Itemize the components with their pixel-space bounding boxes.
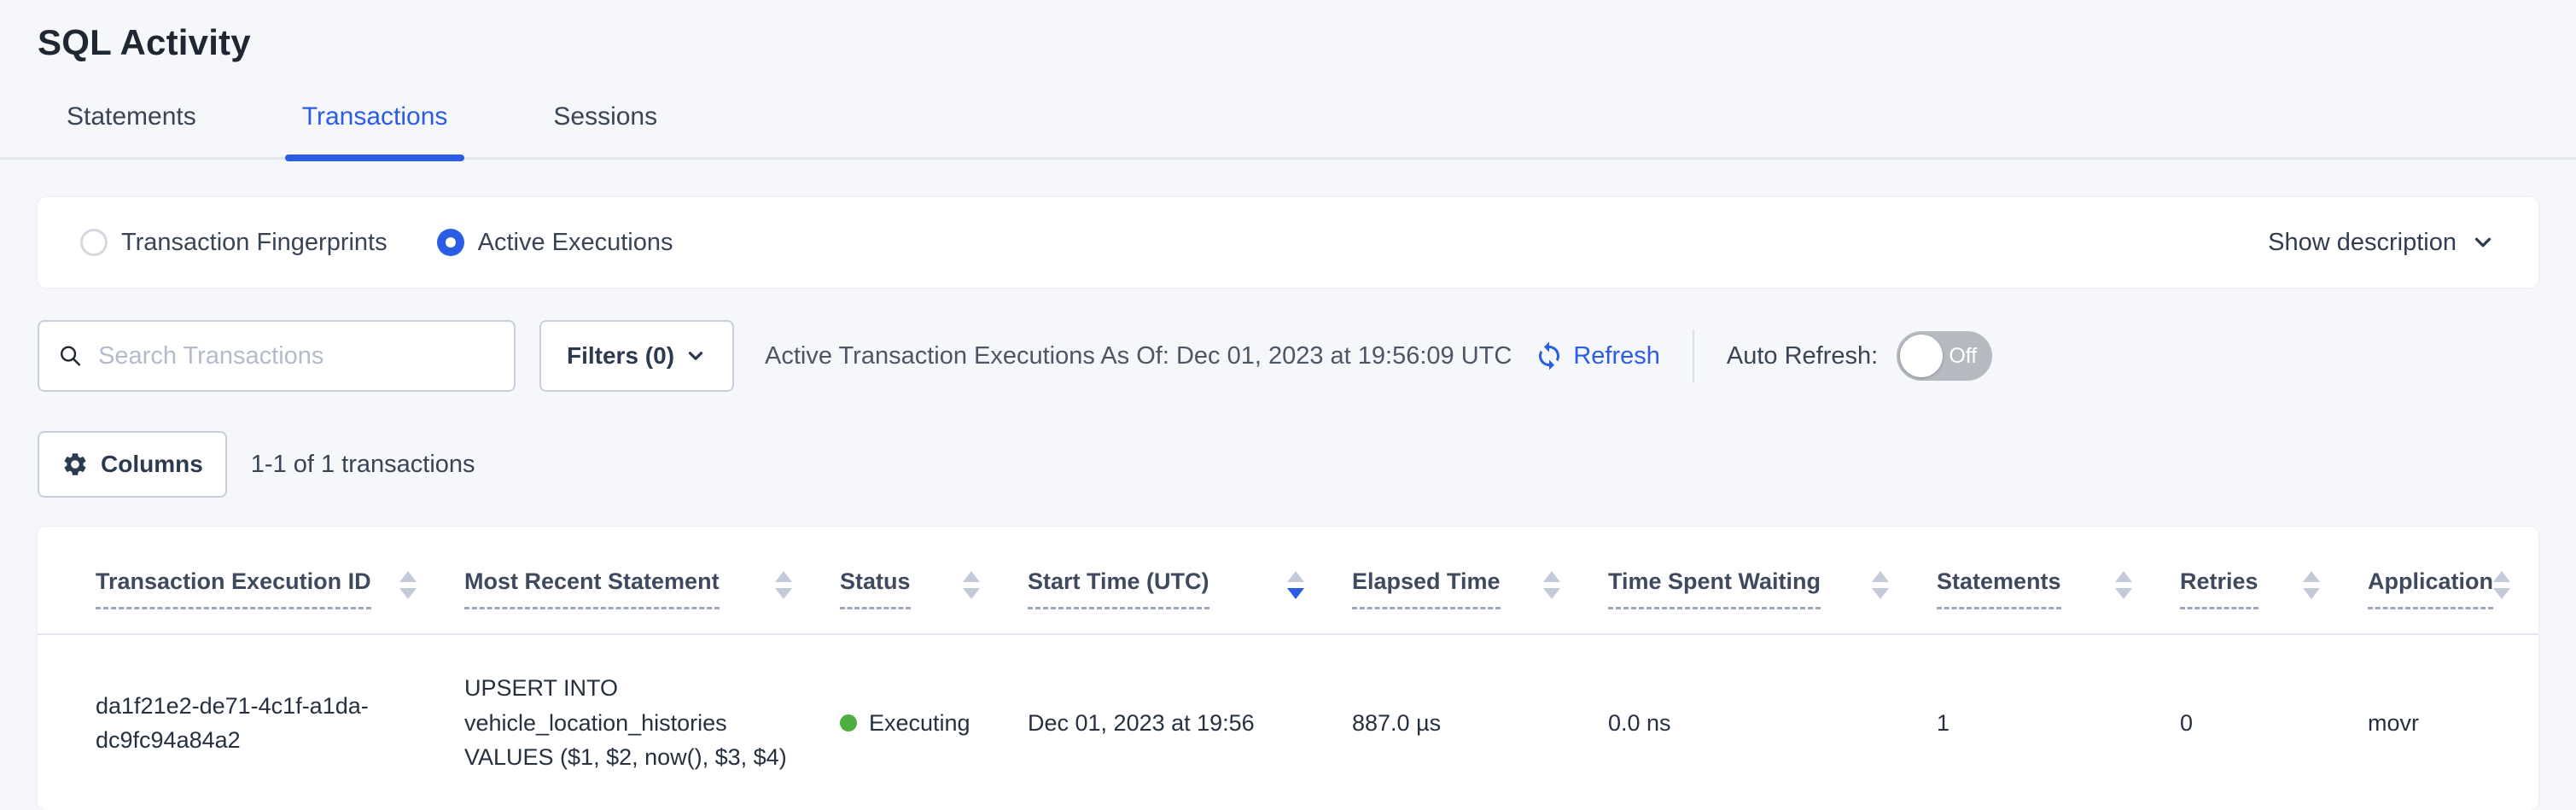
auto-refresh-toggle[interactable]: Off <box>1897 331 1992 381</box>
toggle-knob <box>1900 335 1943 377</box>
sort-icon-active-desc[interactable] <box>1287 571 1304 599</box>
sort-icon[interactable] <box>1543 571 1560 599</box>
search-input[interactable] <box>98 342 495 370</box>
auto-refresh-label: Auto Refresh: <box>1727 342 1878 370</box>
sort-icon[interactable] <box>2493 571 2510 599</box>
radio-label: Active Executions <box>478 229 673 257</box>
chevron-down-icon <box>2470 230 2496 255</box>
transactions-table-card: Transaction Execution ID Most Recent Sta… <box>38 527 2538 810</box>
status-executing-icon <box>840 714 857 731</box>
tab-statements[interactable]: Statements <box>63 102 200 157</box>
vertical-divider <box>1693 329 1694 382</box>
sort-icon[interactable] <box>2115 571 2132 599</box>
radio-label: Transaction Fingerprints <box>121 229 388 257</box>
view-mode-panel: Transaction Fingerprints Active Executio… <box>38 197 2538 288</box>
header-most-recent-statement[interactable]: Most Recent Statement <box>464 527 840 634</box>
table-meta-row: Columns 1-1 of 1 transactions <box>38 431 2538 498</box>
cell-status: Executing <box>840 634 1028 810</box>
cell-transaction-execution-id[interactable]: da1f21e2-de71-4c1f-a1da-dc9fc94a84a2 <box>38 634 464 810</box>
controls-bar: Filters (0) Active Transaction Execution… <box>38 320 2538 392</box>
page-title: SQL Activity <box>38 22 2538 63</box>
header-start-time[interactable]: Start Time (UTC) <box>1028 527 1352 634</box>
results-count: 1-1 of 1 transactions <box>251 451 475 479</box>
search-icon <box>58 342 83 370</box>
gear-icon <box>61 451 89 478</box>
as-of-timestamp: Active Transaction Executions As Of: Dec… <box>765 342 1512 370</box>
cell-statements: 1 <box>1937 634 2180 810</box>
sort-icon[interactable] <box>963 571 980 599</box>
refresh-icon <box>1534 341 1565 371</box>
header-elapsed-time[interactable]: Elapsed Time <box>1352 527 1608 634</box>
header-retries[interactable]: Retries <box>2180 527 2368 634</box>
show-description-toggle[interactable]: Show description <box>2268 229 2496 257</box>
search-box[interactable] <box>38 320 516 392</box>
cell-elapsed-time: 887.0 µs <box>1352 634 1608 810</box>
sort-icon[interactable] <box>775 571 792 599</box>
columns-button[interactable]: Columns <box>38 431 227 498</box>
cell-most-recent-statement: UPSERT INTO vehicle_location_histories V… <box>464 634 840 810</box>
header-status[interactable]: Status <box>840 527 1028 634</box>
refresh-button[interactable]: Refresh <box>1534 341 1660 371</box>
filters-label: Filters (0) <box>567 342 674 370</box>
tab-bar: Statements Transactions Sessions <box>0 102 2576 160</box>
header-time-spent-waiting[interactable]: Time Spent Waiting <box>1608 527 1937 634</box>
header-statements[interactable]: Statements <box>1937 527 2180 634</box>
transactions-table: Transaction Execution ID Most Recent Sta… <box>38 527 2538 810</box>
refresh-label: Refresh <box>1573 342 1660 370</box>
columns-label: Columns <box>101 451 203 478</box>
cell-time-spent-waiting: 0.0 ns <box>1608 634 1937 810</box>
radio-active-executions[interactable]: Active Executions <box>437 229 673 257</box>
radio-unselected-icon <box>80 229 108 256</box>
status-label: Executing <box>869 706 970 741</box>
cell-start-time: Dec 01, 2023 at 19:56 <box>1028 634 1352 810</box>
sort-icon[interactable] <box>399 571 417 599</box>
cell-application: movr <box>2368 634 2538 810</box>
table-row: da1f21e2-de71-4c1f-a1da-dc9fc94a84a2 UPS… <box>38 634 2538 810</box>
header-application[interactable]: Application <box>2368 527 2538 634</box>
filters-button[interactable]: Filters (0) <box>539 320 734 392</box>
sort-icon[interactable] <box>1872 571 1889 599</box>
page-header: SQL Activity <box>0 0 2576 63</box>
cell-retries: 0 <box>2180 634 2368 810</box>
chevron-down-icon <box>685 345 707 367</box>
show-description-label: Show description <box>2268 229 2457 257</box>
header-transaction-execution-id[interactable]: Transaction Execution ID <box>38 527 464 634</box>
table-header-row: Transaction Execution ID Most Recent Sta… <box>38 527 2538 634</box>
tab-transactions[interactable]: Transactions <box>299 102 452 157</box>
radio-selected-icon <box>437 229 464 256</box>
radio-transaction-fingerprints[interactable]: Transaction Fingerprints <box>80 229 388 257</box>
tab-sessions[interactable]: Sessions <box>550 102 661 157</box>
sort-icon[interactable] <box>2303 571 2320 599</box>
toggle-state-label: Off <box>1949 344 1977 369</box>
